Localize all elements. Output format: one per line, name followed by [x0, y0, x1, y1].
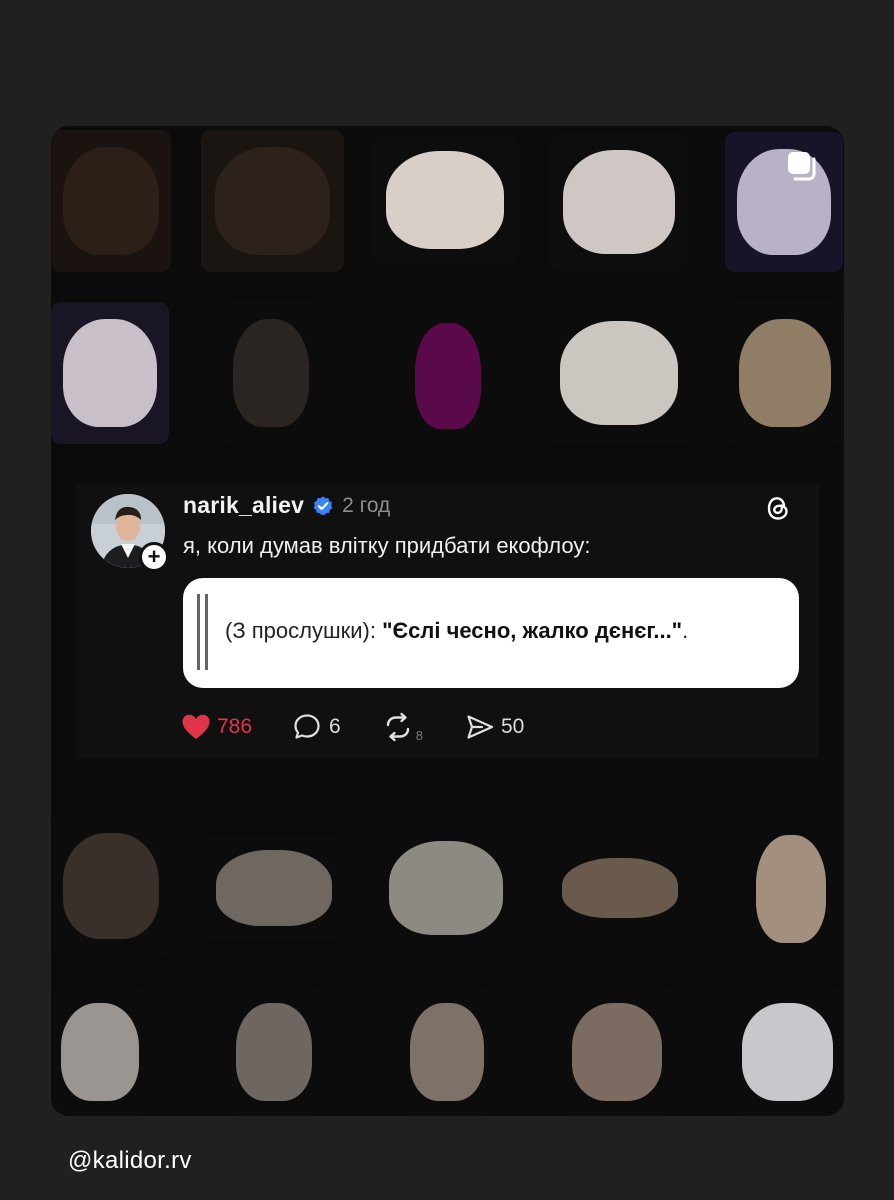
- cat-photo-tile: [375, 826, 517, 950]
- like-count: 786: [217, 714, 253, 738]
- comment-count: 6: [329, 714, 341, 738]
- author-credit: @kalidor.rv: [68, 1147, 192, 1174]
- comment-button[interactable]: 6: [292, 712, 341, 742]
- cat-photo-tile: [51, 816, 171, 956]
- cat-photo-tile: [545, 304, 693, 442]
- cat-photo-tile: [547, 848, 693, 928]
- cat-photo-tile: [223, 302, 319, 444]
- threads-logo-icon[interactable]: [763, 493, 793, 523]
- cat-photo-tile: [51, 988, 149, 1116]
- cat-photo-tile: [549, 134, 689, 270]
- cat-photo-tile: [727, 302, 843, 444]
- share-count: 50: [500, 714, 525, 738]
- comment-icon: [294, 713, 320, 739]
- cat-photo-tile: [371, 136, 519, 264]
- cat-photo-tile: [731, 988, 844, 1116]
- cat-photo-tile: [227, 988, 321, 1116]
- quote-bold: "Єслі чесно, жалко дєнєг...": [382, 618, 683, 643]
- heart-icon: [182, 714, 210, 739]
- cat-photo-tile: [401, 988, 493, 1116]
- quote-bar: [197, 594, 208, 670]
- threads-post-card[interactable]: + narik_aliev 2 год я, коли думав влітку…: [75, 483, 819, 759]
- cat-photo-tile: [201, 130, 344, 272]
- post-time: 2 год: [342, 493, 391, 517]
- avatar[interactable]: +: [91, 494, 169, 572]
- cat-photo-tile: [747, 818, 835, 960]
- repost-button[interactable]: 8: [383, 710, 423, 743]
- repost-icon: [386, 712, 409, 741]
- cat-photo-tile: [725, 132, 843, 272]
- carousel-multiple-icon: [788, 152, 816, 181]
- follow-plus-icon[interactable]: +: [139, 542, 169, 572]
- like-button[interactable]: 786: [181, 713, 252, 741]
- cat-photo-tile: [201, 838, 347, 938]
- quote-prefix: (З прослушки):: [225, 618, 383, 643]
- post-header: narik_aliev 2 год: [183, 492, 390, 519]
- username[interactable]: narik_aliev: [183, 492, 304, 519]
- share-button[interactable]: 50: [465, 712, 524, 742]
- post-text: я, коли думав влітку придбати екофлоу:: [183, 533, 591, 558]
- cat-photo-tile: [51, 302, 169, 444]
- cat-photo-tile: [561, 988, 673, 1116]
- cat-photo-tile: [51, 130, 171, 272]
- repost-count: 8: [415, 728, 423, 743]
- cat-photo-tile: [407, 306, 489, 446]
- quote-text: (З прослушки): "Єслі чесно, жалко дєнєг.…: [225, 618, 688, 644]
- verified-badge-icon: [313, 495, 333, 515]
- post-actions: 786 6 8 50: [181, 710, 524, 743]
- quote-suffix: .: [682, 618, 689, 643]
- share-icon: [467, 714, 494, 739]
- quote-block: (З прослушки): "Єслі чесно, жалко дєнєг.…: [183, 578, 799, 688]
